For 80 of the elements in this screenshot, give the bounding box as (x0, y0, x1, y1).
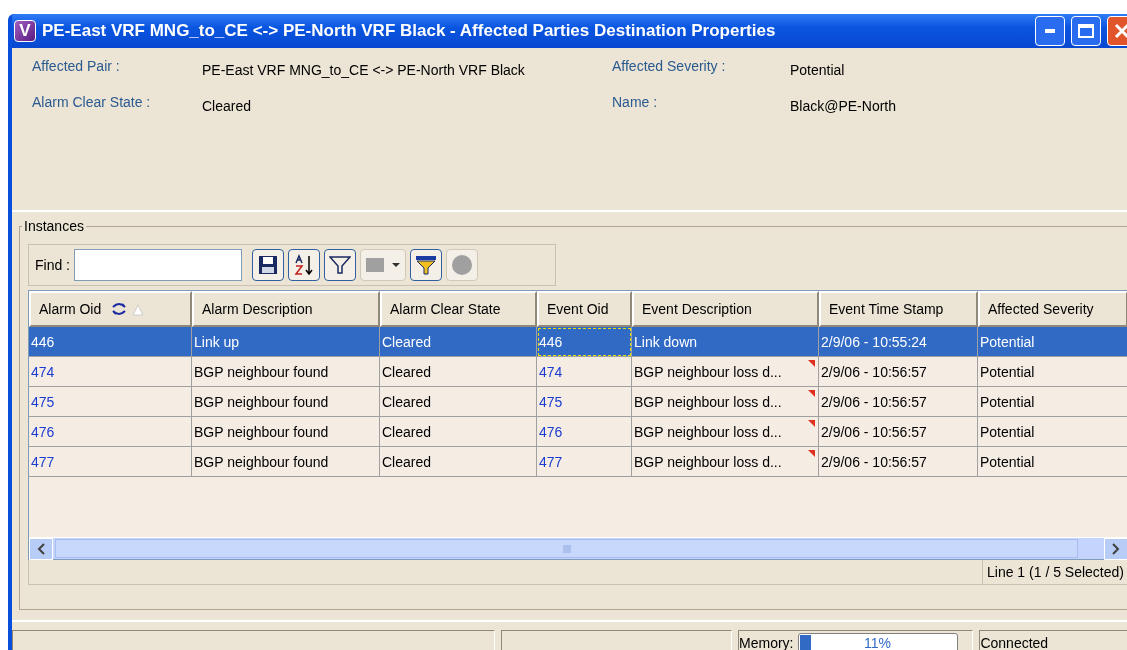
table-cell: Potential (978, 327, 1127, 357)
property-label: Affected Pair : (32, 57, 121, 76)
horizontal-scrollbar[interactable] (29, 537, 1127, 559)
property-value: Cleared (202, 97, 253, 116)
save-icon (258, 255, 278, 275)
table-cell: Potential (978, 447, 1127, 477)
dropdown-icon (364, 256, 402, 274)
help-icon (451, 254, 473, 276)
table-cell: Cleared (380, 417, 537, 447)
table-cell: Potential (978, 357, 1127, 387)
table-cell: 475 (29, 387, 192, 417)
scroll-left-button[interactable] (29, 538, 53, 560)
column-header[interactable]: Event Oid (537, 291, 632, 327)
table-cell: Potential (978, 387, 1127, 417)
table-cell: BGP neighbour loss d... (632, 417, 819, 447)
property-label: Affected Severity : (612, 57, 727, 76)
table-cell: BGP neighbour found (192, 357, 380, 387)
filter-icon (329, 255, 351, 275)
find-label: Find : (35, 257, 70, 273)
table-cell: 475 (537, 387, 632, 417)
column-header[interactable]: Alarm Oid (29, 291, 192, 327)
property-label: Name : (612, 93, 659, 112)
close-icon (1114, 23, 1127, 39)
table-cell: 476 (537, 417, 632, 447)
table-cell: 2/9/06 - 10:56:57 (819, 417, 978, 447)
table-cell: Link down (632, 327, 819, 357)
table-cell: BGP neighbour found (192, 447, 380, 477)
memory-reading: 11% (863, 634, 892, 650)
table-cell: 474 (537, 357, 632, 387)
table-cell: Cleared (380, 357, 537, 387)
scroll-thumb[interactable] (55, 539, 1078, 558)
property-value: Potential (790, 61, 846, 80)
maximize-icon (1078, 24, 1094, 38)
table-cell: Cleared (380, 327, 537, 357)
line-status: Line 1 (1 / 5 Selected) (982, 560, 1127, 584)
sort-icon (293, 254, 315, 276)
table-cell: Link up (192, 327, 380, 357)
connection-status: Connected (980, 634, 1049, 650)
filter-icon (415, 255, 437, 275)
filter-settings-button[interactable] (410, 249, 442, 281)
property-label: Alarm Clear State : (32, 93, 152, 112)
scroll-right-button[interactable] (1104, 538, 1127, 560)
property-value: Black@PE-North (790, 97, 898, 116)
find-field[interactable] (74, 249, 242, 281)
sort-button[interactable] (288, 249, 320, 281)
table-cell: 446 (29, 327, 192, 357)
table-cell: BGP neighbour loss d... (632, 357, 819, 387)
table-cell: 2/9/06 - 10:55:24 (819, 327, 978, 357)
property-value: PE-East VRF MNG_to_CE <-> PE-North VRF Black (202, 61, 526, 80)
table-cell: 476 (29, 417, 192, 447)
window-title: PE-East VRF MNG_to_CE <-> PE-North VRF Black - Affected Parties Destination Properties (42, 21, 777, 41)
app-icon: V (14, 20, 36, 42)
column-header[interactable]: Alarm Clear State (380, 291, 537, 327)
save-button[interactable] (252, 249, 284, 281)
chevron-right-icon (1112, 543, 1120, 555)
table-cell: BGP neighbour found (192, 387, 380, 417)
minimize-icon (1045, 29, 1055, 33)
table-cell: 2/9/06 - 10:56:57 (819, 357, 978, 387)
column-header[interactable]: Event Time Stamp (819, 291, 978, 327)
table-cell: 2/9/06 - 10:56:57 (819, 447, 978, 477)
minimize-button[interactable] (1035, 16, 1065, 46)
table-cell: Potential (978, 417, 1127, 447)
column-header[interactable]: Alarm Description (192, 291, 380, 327)
table-cell: 446 (537, 327, 632, 357)
table-cell: 474 (29, 357, 192, 387)
maximize-button[interactable] (1071, 16, 1101, 46)
column-header[interactable]: Event Description (632, 291, 819, 327)
table-cell: BGP neighbour loss d... (632, 447, 819, 477)
memory-label: Memory: (739, 634, 794, 650)
table-cell: 477 (29, 447, 192, 477)
table-cell: 2/9/06 - 10:56:57 (819, 387, 978, 417)
chevron-left-icon (37, 543, 45, 555)
table-cell: Cleared (380, 447, 537, 477)
table-cell: BGP neighbour loss d... (632, 387, 819, 417)
table-cell: BGP neighbour found (192, 417, 380, 447)
table-cell: 477 (537, 447, 632, 477)
table-cell: Cleared (380, 387, 537, 417)
column-header[interactable]: Affected Severity (978, 291, 1127, 327)
filter-button[interactable] (324, 249, 356, 281)
group-title: Instances (23, 218, 85, 234)
